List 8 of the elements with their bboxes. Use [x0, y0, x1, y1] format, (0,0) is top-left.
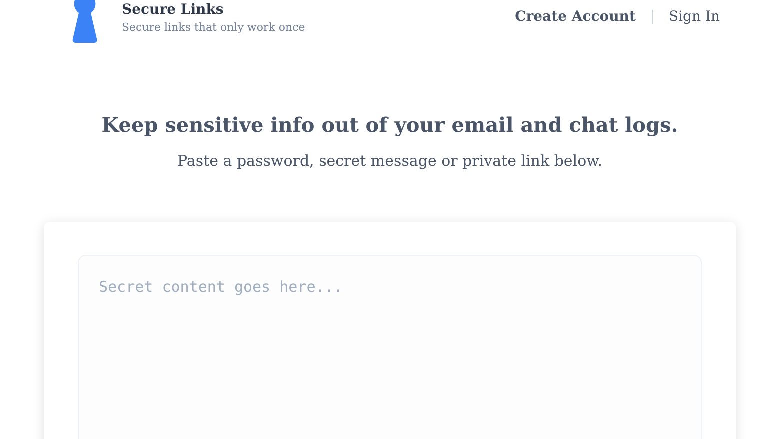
nav-link[interactable]: Create Account [515, 9, 636, 25]
brand-tagline: Secure links that only work once [122, 21, 306, 34]
nav-link[interactable]: Sign In [668, 9, 720, 25]
secret-field[interactable]: Secret content goes here... [78, 255, 702, 439]
keyhole-logo-icon [72, 0, 98, 43]
hero-subheading: Paste a password, secret message or private link below. [176, 152, 604, 170]
brand-name: Secure Links [122, 2, 225, 18]
hero-heading: Keep sensitive info out of your email and chat logs. [100, 113, 680, 137]
